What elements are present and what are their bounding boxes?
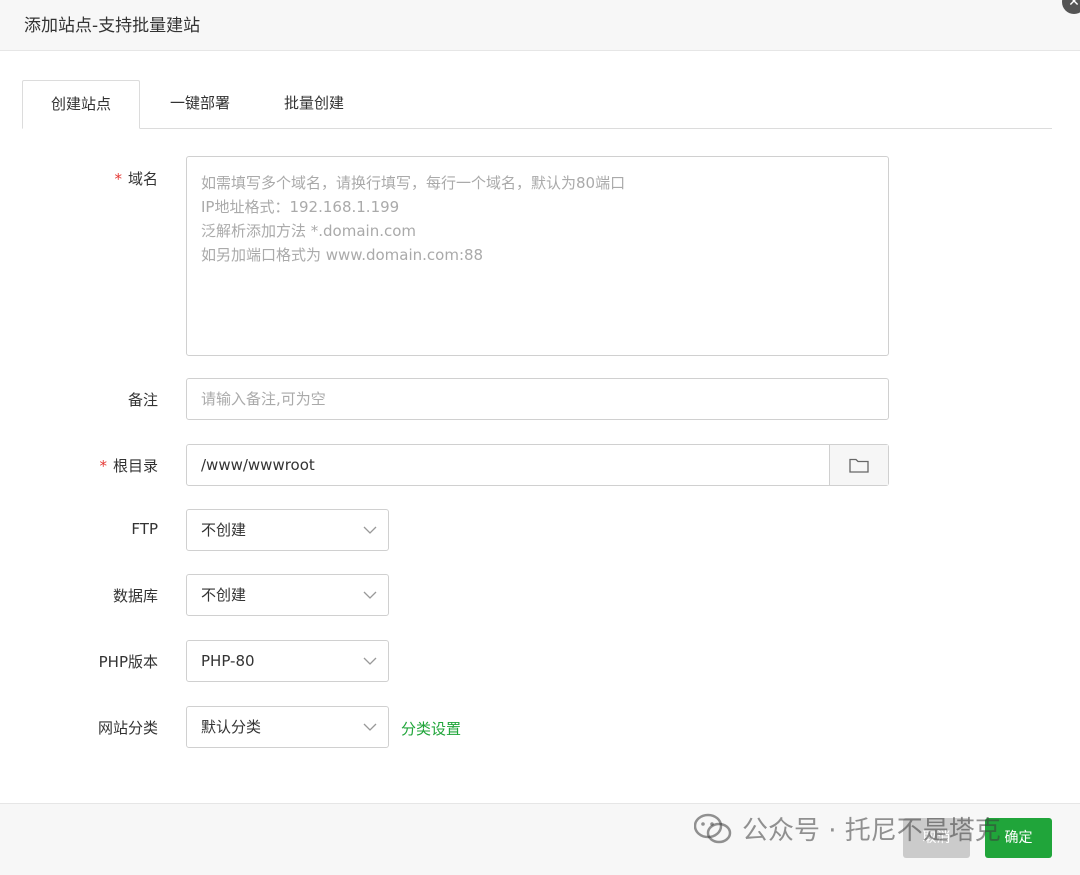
tab-one-click-deploy[interactable]: 一键部署 <box>152 80 248 127</box>
domain-label: * 域名 <box>114 170 158 188</box>
domain-textarea[interactable]: 如需填写多个域名，请换行填写，每行一个域名，默认为80端口 IP地址格式：192… <box>186 156 889 356</box>
remark-placeholder: 请输入备注,可为空 <box>201 390 326 408</box>
database-label: 数据库 <box>112 587 158 605</box>
domain-placeholder: 如需填写多个域名，请换行填写，每行一个域名，默认为80端口 IP地址格式：192… <box>201 174 626 264</box>
php-version-select[interactable]: PHP-80 <box>186 640 389 682</box>
folder-icon <box>849 458 869 473</box>
site-category-label: 网站分类 <box>97 719 158 737</box>
remark-input[interactable]: 请输入备注,可为空 <box>186 378 889 420</box>
category-settings-link[interactable]: 分类设置 <box>401 718 461 739</box>
ftp-select[interactable]: 不创建 <box>186 509 389 551</box>
tab-batch-create[interactable]: 批量创建 <box>266 80 362 127</box>
php-version-value: PHP-80 <box>201 652 255 670</box>
remark-label: 备注 <box>127 391 158 409</box>
ftp-label: FTP <box>131 520 158 538</box>
tab-create-site[interactable]: 创建站点 <box>22 80 140 129</box>
confirm-button[interactable]: 确定 <box>985 818 1052 858</box>
add-site-dialog: 添加站点-支持批量建站 ✕ 创建站点 一键部署 批量创建 * 域名 如需填写多个域… <box>0 0 1080 875</box>
root-dir-input[interactable]: /www/wwwroot <box>186 444 889 486</box>
database-value: 不创建 <box>201 586 247 604</box>
ftp-value: 不创建 <box>201 521 247 539</box>
chevron-down-icon <box>363 657 377 665</box>
site-category-value: 默认分类 <box>201 718 262 736</box>
chevron-down-icon <box>363 591 377 599</box>
php-version-label: PHP版本 <box>98 653 158 671</box>
required-mark: * <box>114 170 122 188</box>
folder-picker-button[interactable] <box>829 445 888 485</box>
chevron-down-icon <box>363 526 377 534</box>
required-mark: * <box>99 457 107 475</box>
root-dir-value: /www/wwwroot <box>201 456 315 474</box>
dialog-title: 添加站点-支持批量建站 <box>24 16 201 36</box>
chevron-down-icon <box>363 723 377 731</box>
site-category-select[interactable]: 默认分类 <box>186 706 389 748</box>
cancel-button[interactable]: 取消 <box>903 818 970 858</box>
tab-bar: 创建站点 一键部署 批量创建 <box>22 80 1052 129</box>
database-select[interactable]: 不创建 <box>186 574 389 616</box>
root-dir-label: * 根目录 <box>99 457 158 475</box>
dialog-titlebar: 添加站点-支持批量建站 <box>0 0 1080 51</box>
